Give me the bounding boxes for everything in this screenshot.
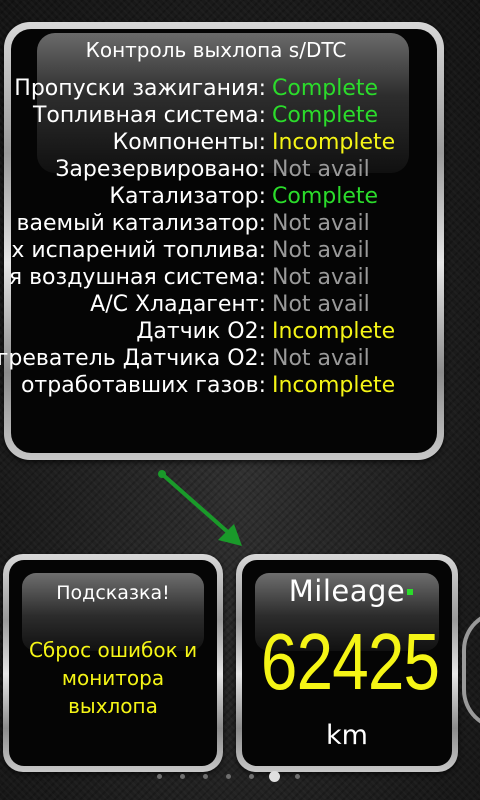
monitor-row-o2-heater: греватель Датчика O2: Not avail (0, 345, 480, 372)
monitor-row-fuel-system: Топливная система: Complete (0, 102, 480, 129)
page-dot[interactable] (180, 774, 185, 779)
mileage-panel[interactable]: Mileage 62425 km (236, 554, 458, 772)
arrow-down-right-icon (158, 470, 242, 546)
monitor-row-label: Зарезервировано: (55, 157, 266, 182)
monitor-row-label: Топливная система: (32, 103, 266, 128)
monitor-row-status: Incomplete (272, 130, 396, 155)
hint-panel-inner: Подсказка! Сброс ошибок и монитора выхло… (9, 560, 217, 766)
monitor-row-egr: отработавших газов: Incomplete (0, 372, 480, 399)
monitor-row-status: Not avail (272, 265, 370, 290)
monitor-row-status: Not avail (272, 238, 370, 263)
page-dot[interactable] (295, 774, 300, 779)
monitor-row-label: греватель Датчика O2: (0, 346, 266, 371)
hint-panel[interactable]: Подсказка! Сброс ошибок и монитора выхло… (3, 554, 223, 772)
monitor-row-catalyst: Катализатор: Complete (0, 183, 480, 210)
monitor-row-o2-sensor: Датчик O2: Incomplete (0, 318, 480, 345)
monitor-row-misfire: Пропуски зажигания: Complete (0, 75, 480, 102)
mileage-panel-inner: Mileage 62425 km (242, 560, 452, 766)
mileage-unit: km (326, 720, 368, 751)
next-panel-edge[interactable] (462, 610, 480, 730)
monitor-row-status: Complete (272, 76, 379, 101)
hint-text: Сброс ошибок и монитора выхлопа (28, 638, 198, 718)
monitor-row-label: Пропуски зажигания: (14, 76, 266, 101)
monitor-row-label: х испарений топлива: (11, 238, 266, 263)
monitor-row-status: Complete (272, 184, 379, 209)
mileage-value: 62425 (260, 617, 440, 706)
monitor-row-label: Катализатор: (109, 184, 266, 209)
monitor-row-status: Not avail (272, 292, 370, 317)
status-indicator-dot (407, 589, 413, 595)
monitor-row-label: ваемый катализатор: (16, 211, 267, 236)
monitor-row-status: Incomplete (272, 319, 396, 344)
page-dot[interactable] (249, 774, 254, 779)
monitor-row-label: я воздушная система: (8, 265, 266, 290)
exhaust-monitor-title: Контроль выхлопа s/DTC (85, 38, 347, 62)
monitor-row-secondary-air: я воздушная система: Not avail (0, 264, 480, 291)
monitor-row-status: Not avail (272, 157, 370, 182)
page-dot[interactable] (226, 774, 231, 779)
monitor-row-status: Incomplete (272, 373, 396, 398)
monitor-row-status: Complete (272, 103, 379, 128)
monitor-row-heated-catalyst: ваемый катализатор: Not avail (0, 210, 480, 237)
monitor-row-label: A/C Хладагент: (90, 292, 266, 317)
mileage-title: Mileage (288, 574, 406, 608)
monitor-row-label: Датчик O2: (136, 319, 266, 344)
hint-title: Подсказка! (56, 582, 170, 604)
monitor-row-evap-system: х испарений топлива: Not avail (0, 237, 480, 264)
monitor-row-status: Not avail (272, 211, 370, 236)
monitor-row-reserved: Зарезервировано: Not avail (0, 156, 480, 183)
monitor-row-ac-refrigerant: A/C Хладагент: Not avail (0, 291, 480, 318)
page-dot[interactable] (203, 774, 208, 779)
page-dot-active[interactable] (269, 771, 280, 782)
page-dot[interactable] (157, 774, 162, 779)
monitor-row-status: Not avail (272, 346, 370, 371)
monitor-row-components: Компоненты: Incomplete (0, 129, 480, 156)
monitor-row-label: отработавших газов: (20, 373, 266, 398)
monitor-row-label: Компоненты: (112, 130, 266, 155)
page-indicator (0, 771, 480, 783)
